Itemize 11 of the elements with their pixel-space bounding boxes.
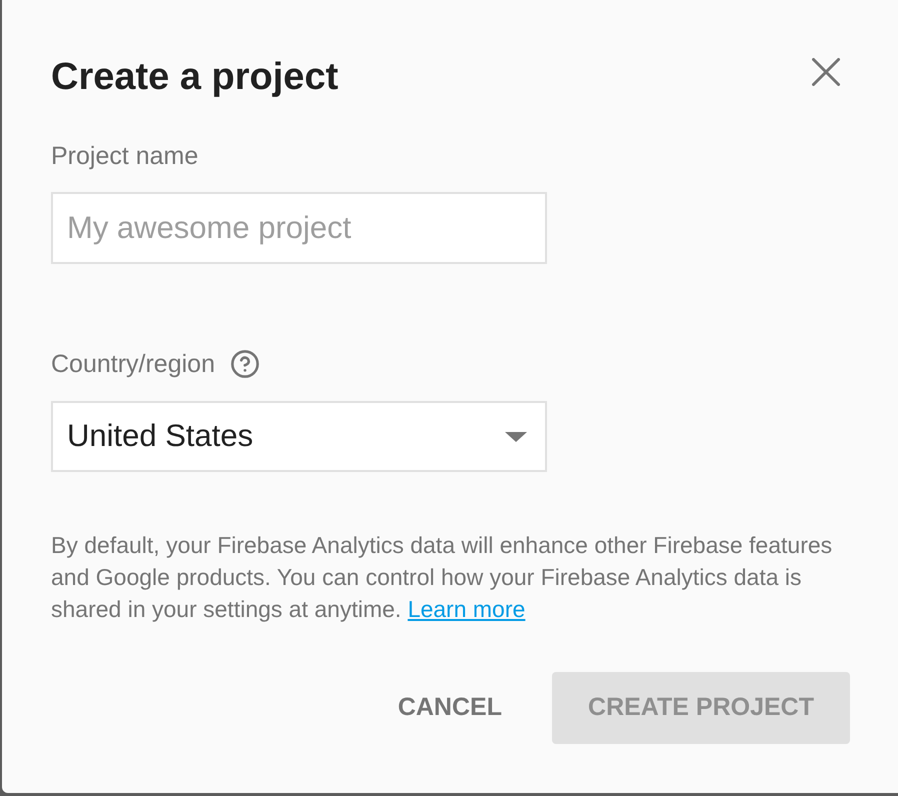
learn-more-link[interactable]: Learn more (408, 596, 526, 622)
field-label: Project name (51, 141, 198, 171)
field-label: Country/region (51, 349, 215, 379)
analytics-notice: By default, your Firebase Analytics data will enhance other Firebase features and Google products. You can control how your Firebase Analytics data is shared in your settings at anytime. Learn more (51, 531, 834, 624)
project-name-field[interactable]: My awesome project (51, 192, 547, 264)
caret-icon (505, 432, 527, 442)
dialog-title: Create a project (51, 55, 338, 99)
country-select[interactable]: United States (51, 401, 547, 472)
close-icon (812, 58, 840, 86)
help-icon[interactable] (230, 350, 259, 378)
cancel-button[interactable]: CANCEL (382, 672, 518, 744)
